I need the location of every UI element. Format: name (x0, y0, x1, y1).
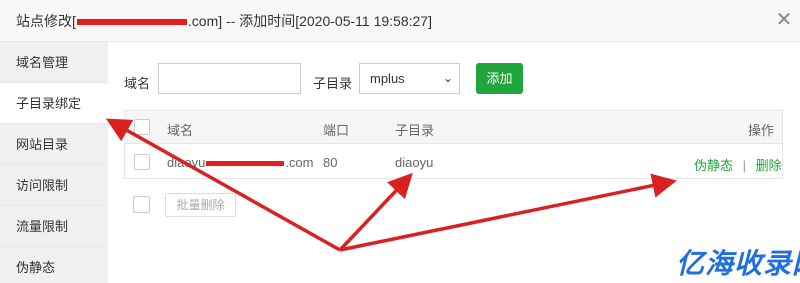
redaction-mark (206, 161, 285, 167)
sidebar-item-site-directory[interactable]: 网站目录 (0, 124, 108, 165)
chevron-down-icon: ⌄ (442, 71, 453, 85)
row-domain: diaoyu .com (167, 155, 313, 170)
header-action: 操作 (748, 123, 775, 138)
arrow-to-subdir-icon (338, 172, 413, 252)
window-titlebar: 站点修改[.com] -- 添加时间[2020-05-11 19:58:27] … (0, 0, 800, 42)
sidebar: 域名管理 子目录绑定 网站目录 访问限制 流量限制 伪静态 (0, 42, 108, 283)
sidebar-item-access-limit[interactable]: 访问限制 (0, 165, 108, 206)
window-title-prefix: 站点修改[ (16, 13, 76, 29)
subdir-label: 子目录 (313, 76, 353, 91)
sidebar-item-traffic-limit[interactable]: 流量限制 (0, 206, 108, 247)
header-subdir: 子目录 (395, 123, 435, 138)
row-checkbox[interactable] (134, 154, 150, 170)
domain-label: 域名 (124, 76, 151, 91)
subdir-selected-value: mplus (370, 71, 405, 86)
redaction-mark (76, 19, 187, 26)
add-button[interactable]: 添加 (476, 63, 523, 94)
window-title-suffix: .com] -- 添加时间[2020-05-11 19:58:27] (187, 13, 432, 29)
table-header: 域名 端口 子目录 操作 (125, 111, 782, 144)
delete-link[interactable]: 删除 (756, 158, 782, 173)
batch-delete-button[interactable]: 批量删除 (165, 193, 236, 217)
arrow-to-rewrite-icon (339, 173, 677, 252)
row-subdir: diaoyu (395, 155, 434, 170)
row-port: 80 (323, 155, 338, 170)
sidebar-item-domain-management[interactable]: 域名管理 (0, 42, 108, 83)
row-domain-suffix: .com (285, 155, 314, 170)
row-actions: 伪静态 | 删除 (694, 155, 782, 174)
action-separator: | (742, 158, 747, 173)
header-domain: 域名 (167, 123, 194, 138)
select-all-checkbox[interactable] (134, 119, 150, 135)
domain-input[interactable] (158, 63, 301, 94)
window-title: 站点修改[ .com] -- 添加时间[2020-05-11 19:58:27] (16, 11, 432, 31)
rewrite-link[interactable]: 伪静态 (694, 158, 733, 173)
sidebar-item-rewrite[interactable]: 伪静态 (0, 247, 108, 283)
batch-select-checkbox[interactable] (133, 196, 150, 213)
close-icon[interactable]: ✕ (770, 6, 798, 34)
header-port: 端口 (323, 123, 350, 138)
row-domain-prefix: diaoyu (167, 155, 206, 170)
binding-table: 域名 端口 子目录 操作 diaoyu .com 80 diaoyu 伪静态 | … (124, 110, 783, 179)
sidebar-item-subdir-binding[interactable]: 子目录绑定 (0, 83, 108, 124)
watermark-logo: 亿海收录网 (676, 248, 800, 279)
subdir-select[interactable]: mplus ⌄ (359, 63, 460, 94)
